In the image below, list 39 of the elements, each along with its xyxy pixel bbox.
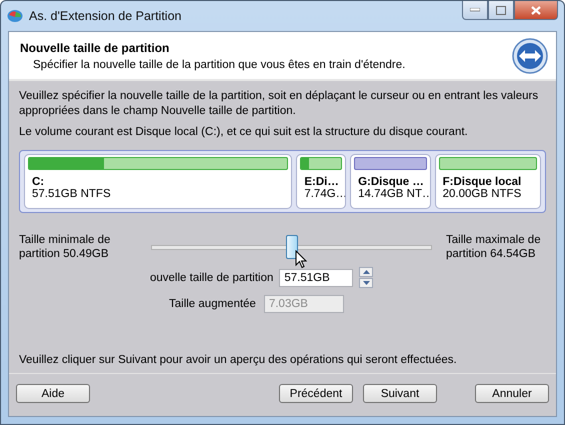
up-arrow-icon [362,270,370,274]
page-subtitle: Spécifier la nouvelle taille de la partition que vous êtes en train d'étendre. [32,58,406,70]
dialog-button[interactable]: Précédent [279,384,353,403]
spin-up-button[interactable] [359,267,374,277]
minimize-button[interactable] [462,1,488,20]
footer-note: Veuillez cliquer sur Suivant pour avoir un aperçu des opérations qui seront effectuées. [19,354,458,366]
close-button[interactable] [514,1,558,20]
page-title: Nouvelle taille de partition [20,40,170,54]
partition-info: 57.51GB NTFS [32,188,112,200]
partition-block[interactable]: F:Disque local 20.00GB NTFS [434,154,541,209]
partition-name: E:Di… [304,176,340,188]
maximize-button[interactable] [488,1,514,20]
instruction-text: Le volume courant est Disque local (C:), et ce qui suit est la structure du disque courant. [19,125,469,140]
max-size-label: Taille maximale de partition 64.54GB [446,233,542,261]
instruction-text: Veuillez spécifier la nouvelle taille de la partition, soit en déplaçant le curseur ou en entrant les valeurs appropriées dans le champ Nouvelle taille de partition. [19,89,540,119]
partition-name: F:Disque local [442,176,522,188]
field-label: ouvelle taille de partition [150,272,274,284]
partition-block[interactable]: G:Disque … 14.74GB NT… [350,154,431,209]
mouse-pointer-icon [294,250,306,269]
size-slider[interactable] [151,235,432,259]
window-title: As. d'Extension de Partition [29,9,182,23]
partition-info: 20.00GB NTFS [442,188,522,200]
min-size-label: Taille minimale de partition 50.49GB [19,233,112,261]
maximize-icon [496,6,506,14]
dialog-button[interactable]: Suivant [363,384,437,403]
close-icon [531,6,541,14]
partition-info: 14.74GB NT… [358,188,427,200]
partition-name: C: [32,176,46,188]
partition-name: G:Disque … [358,176,425,188]
minimize-icon [470,8,480,12]
dialog-button[interactable]: Aide [16,384,90,403]
down-arrow-icon [362,281,370,285]
slider-thumb[interactable] [286,235,298,259]
field-label: Taille augmentée [169,298,256,310]
app-icon [7,9,23,23]
spin-down-button[interactable] [359,278,374,288]
new-size-field[interactable]: 57.51GB [279,268,354,286]
dialog-button[interactable]: Annuler [475,384,549,403]
partition-block[interactable]: C: 57.51GB NTFS [24,154,292,209]
